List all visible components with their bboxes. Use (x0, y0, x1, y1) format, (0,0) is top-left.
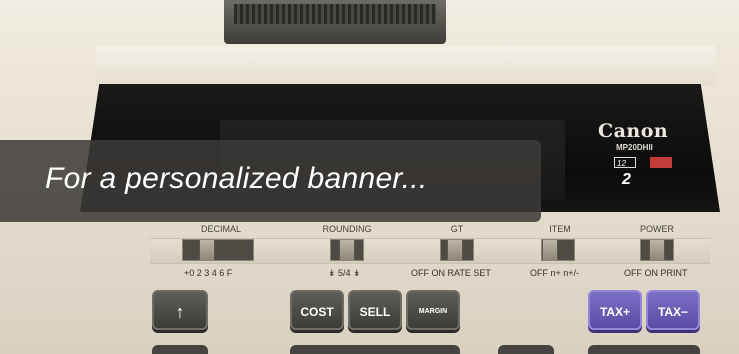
rounding-switch[interactable] (330, 239, 364, 261)
banner-overlay: For a personalized banner... (0, 140, 541, 222)
rounding-scale: ↡ 5/4 ↡ (328, 268, 361, 278)
switch-label-item: ITEM (549, 224, 571, 234)
power-switch-knob[interactable] (649, 240, 665, 260)
two-color-badge: 2 (622, 171, 631, 188)
key-row-bottom-3[interactable] (498, 345, 554, 354)
switch-label-decimal: DECIMAL (200, 224, 241, 234)
item-switch[interactable] (541, 239, 575, 261)
gt-scale: OFF ON RATE SET (411, 268, 491, 278)
cost-button[interactable]: COST (290, 290, 344, 330)
key-row-bottom-4[interactable] (588, 345, 700, 354)
key-row-bottom-1[interactable] (152, 345, 208, 354)
power-switch[interactable] (640, 239, 674, 261)
paper-slot (224, 0, 446, 44)
item-scale: OFF n+ n+/- (530, 268, 580, 278)
digit-badge: 12 (614, 157, 636, 168)
banner-text: For a personalized banner... (45, 162, 428, 195)
key-row-bottom-2[interactable] (290, 345, 460, 354)
gt-switch[interactable] (440, 239, 474, 261)
rounding-switch-knob[interactable] (339, 240, 355, 260)
decimal-scale: +0 2 3 4 6 F (184, 268, 233, 278)
switch-label-power: POWER (639, 224, 674, 234)
sell-button[interactable]: SELL (348, 290, 402, 330)
red-badge (650, 157, 672, 168)
tax-minus-button[interactable]: TAX− (646, 290, 700, 330)
power-scale: OFF ON PRINT (624, 268, 688, 278)
decimal-switch[interactable] (182, 239, 254, 261)
brand-logo: Canon (598, 120, 669, 142)
model-label: MP20DHII (616, 143, 653, 152)
margin-button[interactable]: MARGIN (406, 290, 460, 330)
switch-label-rounding: ROUNDING (322, 224, 372, 234)
switch-label-gt: GT (450, 224, 464, 234)
decimal-switch-knob[interactable] (199, 240, 215, 260)
paper-feed-button[interactable]: ↑ (152, 290, 208, 330)
tax-plus-button[interactable]: TAX+ (588, 290, 642, 330)
top-bevel (96, 46, 716, 86)
gt-switch-knob[interactable] (447, 240, 463, 260)
item-switch-knob[interactable] (542, 240, 558, 260)
print-head (234, 4, 436, 24)
calculator-photo: Canon MP20DHII 12 2 DECIMAL ROUNDING GT … (0, 0, 739, 354)
